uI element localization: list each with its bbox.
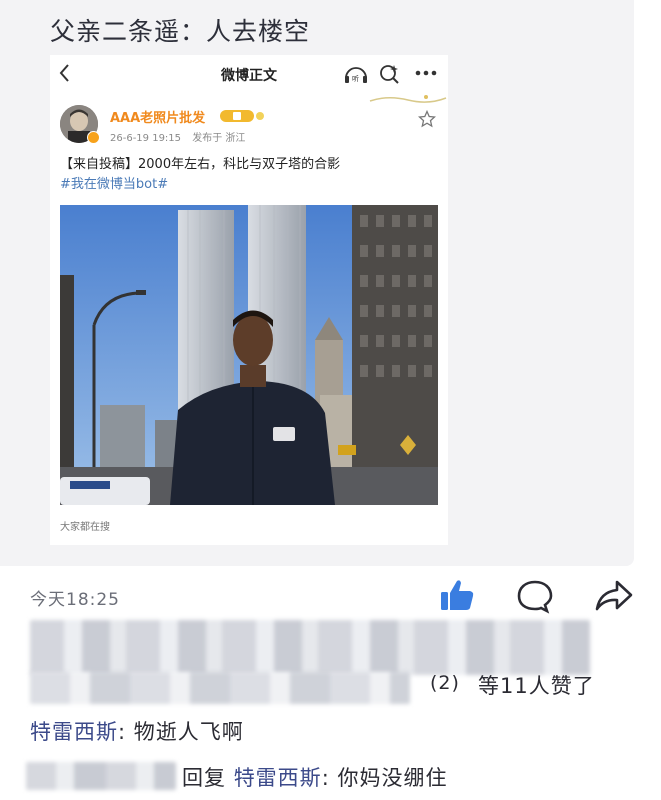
likes-text[interactable]: 等11人赞了 [478,670,595,700]
weibo-header: 微博正文 听 [50,55,448,93]
decorative-swirl-icon [369,95,447,103]
comment-item[interactable]: 回复 特雷西斯: 你妈没绷住 [182,762,447,792]
comment-author[interactable]: 特雷西斯 [234,766,322,790]
level-badge-icon [220,110,264,122]
comment-item[interactable]: 特雷西斯: 物逝人飞啊 [30,716,244,746]
censored-name [30,672,410,704]
reply-label: 回复 [182,766,226,790]
post-date: 26-6-19 19:15 [110,133,182,144]
weibo-hashtag[interactable]: #我在微博当bot# [60,175,168,195]
search-icon [380,65,399,84]
weibo-meta: 26-6-19 19:15 发布于 浙江 [110,129,253,144]
weibo-screenshot[interactable]: 微博正文 听 AAA老照片批发 26-6-19 19:15 发布于 浙江 【来自… [50,55,448,545]
share-icon[interactable] [594,578,634,614]
comment-separator: : [118,720,127,744]
favorite-star-icon[interactable] [418,110,436,128]
post-card: 父亲二条遥：人去楼空 微博正文 听 AAA老照片批发 26-6-19 19:15… [0,0,634,566]
more-icon [415,70,437,76]
weibo-footer: 大家都在搜 [60,522,110,533]
weibo-username[interactable]: AAA老照片批发 [110,107,205,126]
comment-icon[interactable] [516,578,554,614]
verified-badge-icon [87,131,100,144]
likes-count: (2) [430,672,460,694]
svg-text:听: 听 [352,74,359,83]
censored-avatars [30,620,590,675]
comment-separator: : [321,766,330,790]
post-caption: 父亲二条遥：人去楼空 [50,17,311,46]
censored-commenter [26,762,176,790]
comment-text: 物逝人飞啊 [133,720,244,744]
comment-text: 你妈没绷住 [337,766,448,790]
thumbs-up-icon[interactable] [438,576,476,614]
comment-author[interactable]: 特雷西斯 [30,720,118,744]
listen-icon: 听 [345,67,367,83]
post-time: 今天18:25 [30,590,120,610]
weibo-text: 【来自投稿】2000年左右，科比与双子塔的合影 [60,157,341,172]
post-location: 发布于 浙江 [192,133,246,144]
post-photo[interactable] [60,205,438,505]
